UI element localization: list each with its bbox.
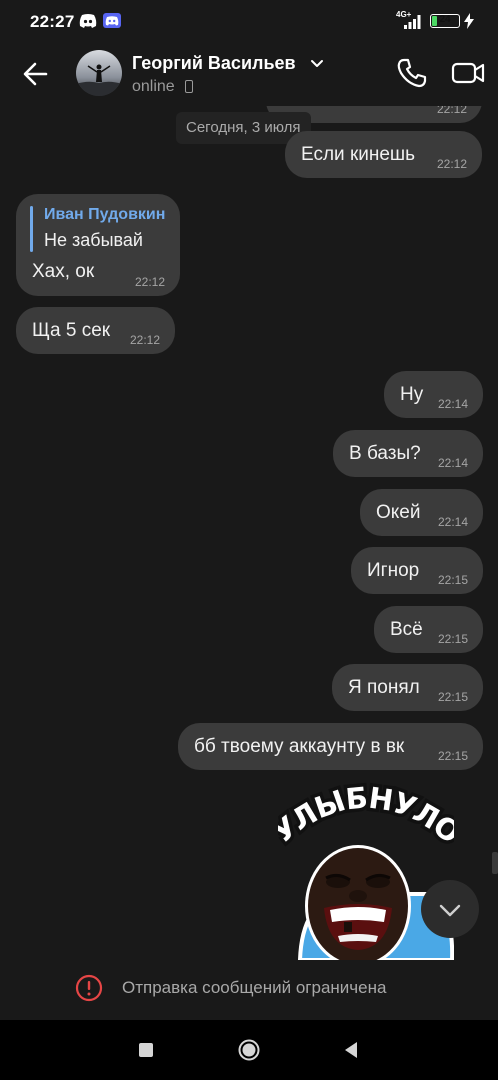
contact-name[interactable]: Георгий Васильев [132, 53, 296, 74]
message-bubble-outgoing[interactable]: Если кинешь 22:12 [285, 131, 482, 178]
discord-icon [103, 13, 121, 28]
reply-quote-bar [30, 206, 33, 252]
chevron-down-icon [439, 904, 461, 917]
recents-button[interactable] [139, 1043, 153, 1057]
message-bubble-outgoing[interactable]: Окей 22:14 [360, 489, 483, 536]
battery-percent: 24 [439, 14, 451, 25]
message-time: 22:15 [437, 573, 468, 587]
status-time: 22:27 [30, 12, 75, 31]
back-arrow-icon[interactable] [18, 56, 54, 92]
home-button[interactable] [238, 1039, 260, 1061]
message-bubble-outgoing[interactable]: Всё 22:15 [374, 606, 483, 653]
message-time: 22:15 [437, 690, 468, 704]
message-text: В базы? [349, 443, 421, 464]
reply-author[interactable]: Иван Пудовкин [44, 206, 165, 224]
chevron-down-icon[interactable] [310, 59, 324, 69]
phone-icon[interactable] [395, 56, 429, 90]
message-text: Игнор [367, 560, 420, 581]
svg-text:УЛЫБНУЛО: УЛЫБНУЛО [278, 782, 454, 850]
mobile-device-icon [185, 80, 193, 93]
contact-status: online [132, 78, 175, 95]
message-time: 22:12 [134, 275, 165, 289]
restriction-text: Отправка сообщений ограничена [122, 978, 387, 997]
message-bubble-outgoing[interactable]: Я понял 22:15 [332, 664, 483, 711]
message-bubble-outgoing[interactable]: бб твоему аккаунту в вк 22:15 [178, 723, 483, 770]
message-text: Ща 5 сек [32, 320, 111, 341]
message-bubble-outgoing[interactable]: Ну 22:14 [384, 371, 483, 418]
message-time: 22:14 [437, 515, 468, 529]
sticker-caption: УЛЫБНУЛО [278, 782, 454, 853]
message-list[interactable]: 22:12 Сегодня, 3 июля Если кинешь 22:12 … [0, 106, 498, 960]
back-triangle-button[interactable] [343, 1041, 359, 1059]
message-time: 22:14 [437, 456, 468, 470]
message-text: Если кинешь [301, 144, 416, 165]
message-time: 22:14 [437, 397, 468, 411]
message-bubble-incoming[interactable]: Иван Пудовкин Не забывай Хах, ок 22:12 [16, 194, 180, 296]
message-text: Ну [400, 384, 424, 405]
message-text: Окей [376, 502, 421, 523]
message-bubble-incoming[interactable]: Ща 5 сек 22:12 [16, 307, 175, 354]
video-camera-icon[interactable] [450, 56, 486, 90]
avatar[interactable] [76, 50, 122, 96]
chat-header: Георгий Васильев online [0, 42, 498, 106]
reply-text: Не забывай [44, 230, 143, 250]
message-time: 22:12 [436, 106, 467, 116]
message-text: бб твоему аккаунту в вк [194, 736, 405, 757]
signal-icon [404, 15, 421, 29]
scrollbar-thumb[interactable] [492, 852, 498, 874]
message-time: 22:12 [129, 333, 160, 347]
message-text: Хах, ок [32, 261, 95, 282]
battery-icon: 24 [430, 14, 460, 28]
status-bar: 22:27 4G+ 24 [0, 0, 498, 42]
message-time: 22:15 [437, 749, 468, 763]
message-time: 22:12 [436, 157, 467, 171]
charging-icon [464, 13, 474, 29]
discord-icon [79, 14, 97, 28]
warning-icon [75, 974, 103, 1002]
message-bubble-outgoing[interactable]: В базы? 22:14 [333, 430, 483, 477]
message-bubble-outgoing[interactable]: Игнор 22:15 [351, 547, 483, 594]
message-text: Я понял [348, 677, 420, 698]
message-text: Всё [390, 619, 423, 640]
scroll-to-bottom-button[interactable] [421, 880, 479, 938]
messaging-restricted-banner: Отправка сообщений ограничена [0, 960, 498, 1020]
system-navigation-bar [0, 1020, 498, 1080]
message-time: 22:15 [437, 632, 468, 646]
